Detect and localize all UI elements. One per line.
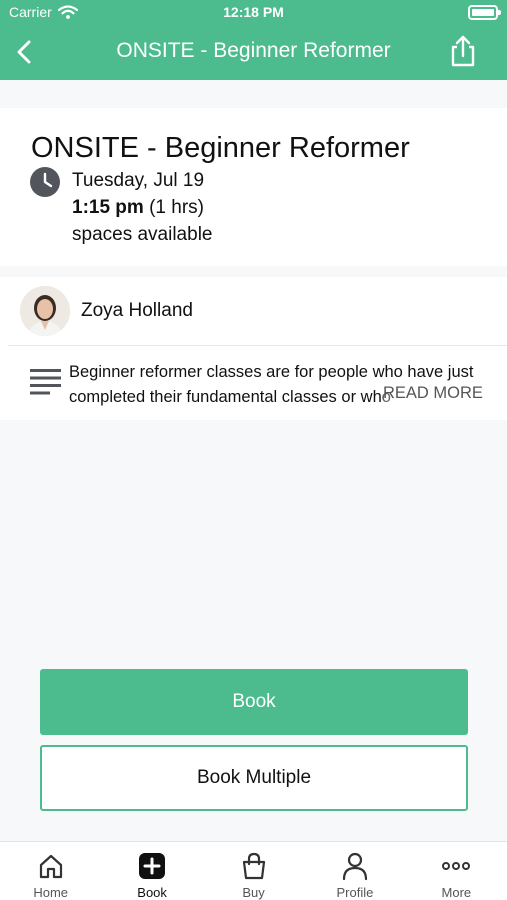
more-dots-icon	[442, 862, 471, 870]
class-details-card: ONSITE - Beginner Reformer Tuesday, Jul …	[0, 108, 507, 266]
tab-more-label: More	[441, 885, 472, 900]
clock-icon	[30, 167, 60, 197]
class-title: ONSITE - Beginner Reformer	[31, 132, 410, 164]
battery-icon	[468, 5, 501, 20]
tab-bar: Home Book Buy Profile More	[0, 841, 507, 900]
tab-buy[interactable]: Buy	[203, 842, 304, 900]
tab-profile-label: Profile	[336, 885, 374, 900]
tab-book[interactable]: Book	[101, 842, 202, 900]
tab-buy-label: Buy	[242, 885, 265, 900]
class-date: Tuesday, Jul 19	[72, 170, 205, 191]
home-icon	[39, 854, 62, 879]
shopping-bag-icon	[242, 852, 265, 880]
class-time-row: 1:15 pm (1 hrs)	[72, 197, 204, 219]
tab-book-label: Book	[137, 885, 167, 900]
back-button[interactable]	[10, 36, 42, 68]
share-button[interactable]	[447, 34, 479, 68]
book-multiple-button[interactable]: Book Multiple	[40, 745, 468, 811]
share-icon	[451, 35, 475, 67]
status-bar: Carrier 12:18 PM	[0, 0, 507, 24]
tab-home[interactable]: Home	[0, 842, 101, 900]
instructor-avatar[interactable]	[20, 286, 70, 336]
info-card: Zoya Holland Beginner reformer classes a…	[0, 277, 507, 420]
class-time: 1:15 pm	[72, 197, 144, 218]
class-availability: spaces available	[72, 224, 213, 245]
divider	[8, 345, 507, 346]
read-more-link[interactable]: READ MORE	[383, 384, 483, 403]
nav-bar: ONSITE - Beginner Reformer	[0, 24, 507, 80]
tab-more[interactable]: More	[406, 842, 507, 900]
tab-profile[interactable]: Profile	[304, 842, 405, 900]
plus-square-icon	[139, 853, 166, 879]
description-lines-icon	[30, 369, 61, 395]
nav-title: ONSITE - Beginner Reformer	[116, 39, 391, 62]
chevron-left-icon	[17, 40, 31, 64]
tab-home-label: Home	[33, 885, 69, 900]
app-header: Carrier 12:18 PM ONSITE - Beginner Refor…	[0, 0, 507, 80]
instructor-name[interactable]: Zoya Holland	[81, 300, 193, 322]
status-time: 12:18 PM	[223, 4, 284, 20]
book-button[interactable]: Book	[40, 669, 468, 735]
profile-icon	[342, 852, 368, 881]
class-duration: (1 hrs)	[149, 197, 204, 218]
